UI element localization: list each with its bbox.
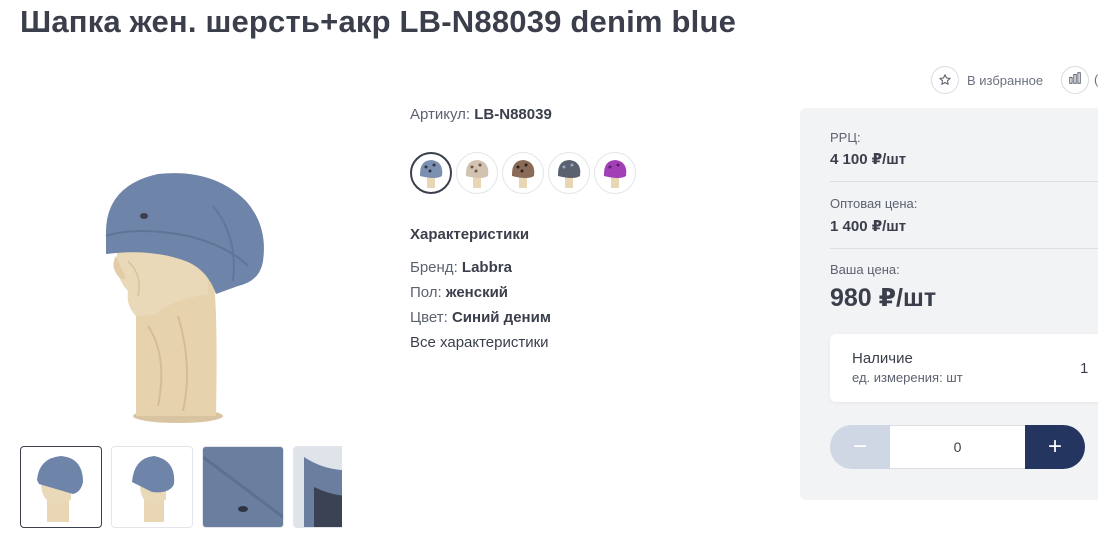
main-product-image[interactable] [98,166,288,426]
char-color: Цвет: Синий деним [410,309,551,326]
your-price-value: 980 ₽/шт [830,284,937,312]
sku: Артикул: LB-N88039 [410,106,552,123]
thumbnail-2[interactable] [111,446,193,528]
compare-label: ( [1094,72,1098,87]
rrp-value: 4 100 ₽/шт [830,151,907,168]
thumbnail-strip [20,446,342,528]
color-swatches [410,152,636,194]
sku-label: Артикул: [410,106,471,123]
thumbnail-1[interactable] [20,446,102,528]
stock-count: 1 [1080,360,1089,377]
quantity-stepper: − + [830,425,1085,469]
char-gender-value: женский [445,284,509,301]
product-title: Шапка жен. шерсть+акр LB-N88039 denim bl… [20,4,737,39]
swatch-grey-blue[interactable] [548,152,590,194]
your-price-label: Ваша цена: [830,262,900,277]
decrement-button[interactable]: − [830,425,890,469]
favorite-button[interactable]: В избранное [931,66,1043,94]
characteristics-title: Характеристики [410,226,530,243]
char-color-value: Синий деним [451,309,551,326]
char-brand-label: Бренд: [410,259,458,276]
thumbnail-4[interactable] [293,446,342,528]
swatch-denim-blue[interactable] [410,152,452,194]
char-color-label: Цвет: [410,309,448,326]
char-gender-label: Пол: [410,284,442,301]
char-brand: Бренд: Labbra [410,259,512,276]
star-icon [931,66,959,94]
all-characteristics-link[interactable]: Все характеристики [410,334,549,351]
stock-label: Наличие [852,350,913,367]
divider [830,181,1098,182]
compare-button[interactable] [1061,66,1089,94]
favorite-label: В избранное [967,72,1044,88]
unit-label: ед. измерения: шт [852,370,963,385]
char-brand-value: Labbra [461,259,512,276]
sku-value: LB-N88039 [474,106,552,123]
wholesale-value: 1 400 ₽/шт [830,218,907,235]
increment-button[interactable]: + [1025,425,1085,469]
swatch-brown[interactable] [502,152,544,194]
thumbnail-3[interactable] [202,446,284,528]
char-gender: Пол: женский [410,284,508,301]
divider [830,248,1098,249]
swatch-beige[interactable] [456,152,498,194]
stock-card [830,334,1098,402]
rrp-label: РРЦ: [830,130,861,145]
wholesale-label: Оптовая цена: [830,196,918,211]
compare-icon [1068,71,1082,90]
quantity-input[interactable] [890,425,1025,469]
swatch-purple[interactable] [594,152,636,194]
